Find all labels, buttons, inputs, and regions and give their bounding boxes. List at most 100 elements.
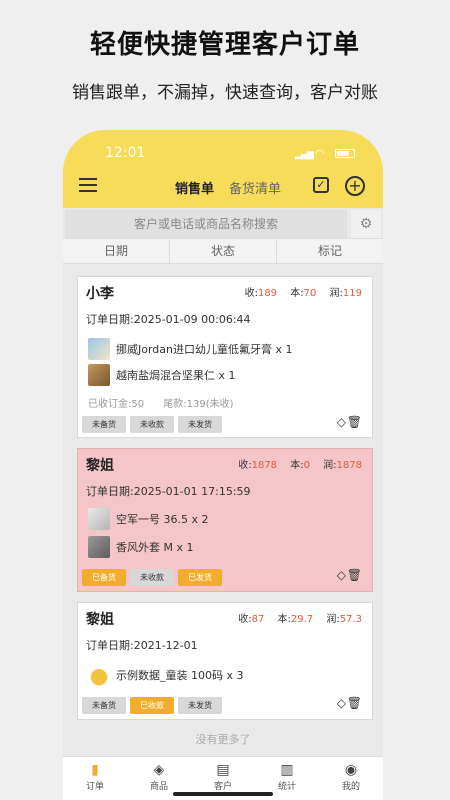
customer-name: 小李 (86, 286, 114, 302)
payment-status-button[interactable]: 未收款 (130, 416, 174, 433)
received-label: 收: (238, 614, 252, 625)
order-card[interactable]: 黎姐 收:87 本:29.7 润:57.3 订单日期:2021-12-01 示例… (77, 602, 373, 720)
received-label: 收: (244, 288, 258, 299)
cost-label: 本: (290, 288, 304, 299)
shipping-status-button[interactable]: 未发货 (178, 416, 222, 433)
no-more-text: 没有更多了 (195, 733, 251, 746)
bell-thumb (88, 664, 110, 686)
nav-label: 商品 (149, 782, 168, 792)
trash-icon[interactable]: 🗑 (347, 696, 362, 710)
stock-status-button[interactable]: 未备货 (82, 416, 126, 433)
status-buttons: 未备货 未收款 未发货 (82, 416, 226, 433)
tab-stock-list[interactable]: 备货清单 (229, 178, 281, 197)
trash-icon[interactable]: 🗑 (347, 568, 362, 582)
profit-value: 57.3 (339, 614, 362, 625)
nuts-thumb (88, 364, 110, 386)
order-item: 空军一号 36.5 x 2 (88, 507, 209, 531)
item-name: 越南盐焗混合坚果仁 x 1 (116, 369, 236, 382)
battery-icon (335, 149, 355, 158)
order-date: 订单日期:2021-12-01 (86, 639, 198, 652)
signal-icon: ▂▄▆ (295, 150, 314, 160)
order-item: 示例数据_童装 100码 x 3 (88, 663, 244, 687)
item-name: 空军一号 36.5 x 2 (116, 513, 209, 526)
received-value: 189 (257, 288, 278, 299)
order-card[interactable]: 小李 收:189 本:70 润:119 订单日期:2025-01-09 00:0… (77, 276, 373, 438)
box-icon: ◈ (153, 762, 165, 778)
nav-orders[interactable]: ▮ 订单 (63, 757, 127, 800)
contact-card-icon: ▤ (216, 762, 230, 778)
stock-status-button[interactable]: 未备货 (82, 697, 126, 714)
payment-info: 已收订金:50 尾款:139(未收) (88, 395, 250, 410)
payment-status-button[interactable]: 已收款 (130, 697, 174, 714)
phone-screen: 12:01 ▂▄▆ ◠ 销售单 备货清单 ✓ + 客户或电话或商品名称搜索 ⚙ … (63, 130, 383, 800)
user-icon: ◉ (344, 762, 358, 778)
shipping-status-button[interactable]: 未发货 (178, 697, 222, 714)
tab-sales-order[interactable]: 销售单 (175, 178, 214, 197)
promo-subtitle: 销售跟单，不漏掉，快速查询，客户对账 (72, 83, 378, 103)
received-label: 收: (238, 460, 252, 471)
bar-chart-icon: ▥ (280, 762, 294, 778)
cost-value: 0 (303, 460, 310, 471)
filter-bar: 日期 状态 标记 (63, 238, 383, 264)
menu-icon[interactable] (79, 178, 97, 192)
order-item: 挪威Jordan进口幼儿童低氟牙膏 x 1 (88, 337, 293, 361)
order-stats: 收:87 本:29.7 润:57.3 (238, 610, 362, 625)
received-value: 87 (251, 614, 265, 625)
shipping-status-button[interactable]: 已发货 (178, 569, 222, 586)
order-stats: 收:1878 本:0 润:1878 (238, 456, 362, 471)
order-date: 订单日期:2025-01-09 00:06:44 (86, 313, 251, 326)
promo-title: 轻便快捷管理客户订单 (89, 30, 360, 60)
nav-label: 订单 (85, 782, 104, 792)
tag-icon[interactable]: ◇ (337, 696, 346, 710)
item-name: 示例数据_童装 100码 x 3 (116, 669, 244, 682)
jacket-thumb (88, 536, 110, 558)
balance-text: 尾款:139(未收) (163, 399, 234, 410)
customer-name: 黎姐 (86, 612, 114, 628)
filter-mark[interactable]: 标记 (277, 239, 383, 263)
profit-value: 119 (342, 288, 362, 299)
toothpaste-thumb (88, 338, 110, 360)
checklist-icon[interactable]: ✓ (313, 177, 329, 193)
trash-icon[interactable]: 🗑 (347, 415, 362, 429)
add-order-icon[interactable]: + (345, 176, 365, 196)
stock-status-button[interactable]: 已备货 (82, 569, 126, 586)
order-item: 越南盐焗混合坚果仁 x 1 (88, 363, 236, 387)
payment-status-button[interactable]: 未收款 (130, 569, 174, 586)
order-card[interactable]: 黎姐 收:1878 本:0 润:1878 订单日期:2025-01-01 17:… (77, 448, 373, 592)
sneaker-thumb (88, 508, 110, 530)
cost-label: 本: (290, 460, 304, 471)
status-time: 12:01 (105, 145, 146, 161)
order-list: 小李 收:189 本:70 润:119 订单日期:2025-01-09 00:0… (63, 268, 383, 756)
order-item: 香风外套 M x 1 (88, 535, 194, 559)
nav-label: 统计 (277, 782, 296, 792)
item-name: 挪威Jordan进口幼儿童低氟牙膏 x 1 (116, 343, 293, 356)
orders-icon: ▮ (91, 762, 99, 778)
search-input[interactable]: 客户或电话或商品名称搜索 (65, 210, 347, 238)
profit-label: 润: (323, 460, 337, 471)
nav-label: 客户 (213, 782, 232, 792)
customer-name: 黎姐 (86, 458, 114, 474)
nav-profile[interactable]: ◉ 我的 (319, 757, 383, 800)
cost-value: 29.7 (290, 614, 314, 625)
deposit-text: 已收订金:50 (88, 399, 145, 410)
profit-value: 1878 (336, 460, 362, 471)
profit-label: 润: (329, 288, 343, 299)
cost-value: 70 (303, 288, 317, 299)
tag-icon[interactable]: ◇ (337, 568, 346, 582)
order-date: 订单日期:2025-01-01 17:15:59 (86, 485, 251, 498)
status-buttons: 未备货 已收款 未发货 (82, 697, 226, 714)
order-stats: 收:189 本:70 润:119 (245, 284, 362, 299)
filter-date[interactable]: 日期 (63, 239, 170, 263)
filter-status[interactable]: 状态 (170, 239, 277, 263)
status-buttons: 已备货 未收款 已发货 (82, 569, 226, 586)
received-value: 1878 (251, 460, 278, 471)
tag-icon[interactable]: ◇ (337, 415, 346, 429)
profit-label: 润: (326, 614, 340, 625)
app-header: 12:01 ▂▄▆ ◠ 销售单 备货清单 ✓ + (63, 130, 383, 208)
item-name: 香风外套 M x 1 (116, 541, 194, 554)
wifi-icon: ◠ (315, 147, 325, 160)
gear-icon[interactable]: ⚙ (351, 210, 381, 238)
nav-label: 我的 (341, 782, 360, 792)
home-indicator (173, 792, 273, 796)
cost-label: 本: (277, 614, 291, 625)
